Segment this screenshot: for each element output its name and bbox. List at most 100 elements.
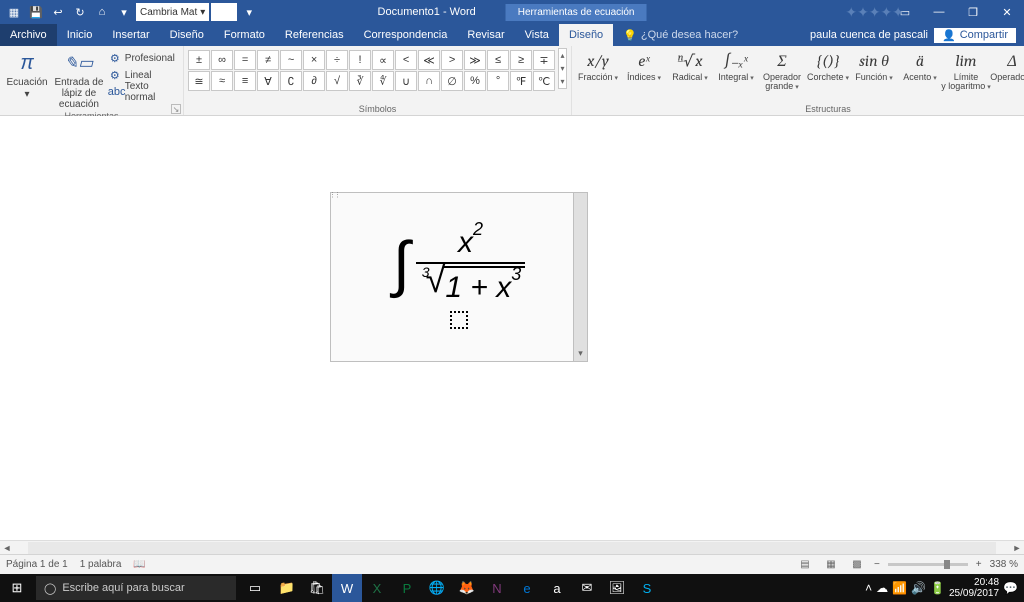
symbol-cell[interactable]: ! [349, 50, 371, 70]
qat-more-icon[interactable]: ▾ [114, 2, 134, 22]
tell-me-search[interactable]: 💡 ¿Qué desea hacer? [613, 24, 748, 46]
symbol-cell[interactable]: ≈ [211, 71, 233, 91]
symbol-cell[interactable]: ∅ [441, 71, 463, 91]
normal-text-button[interactable]: abcTexto normal [108, 84, 179, 100]
document-area[interactable]: ∫ x2 3 √ 1 + x3 ▾ [0, 116, 1024, 554]
tab-formato[interactable]: Formato [214, 24, 275, 46]
symbol-cell[interactable]: ∀ [257, 71, 279, 91]
tab-file[interactable]: Archivo [0, 24, 57, 46]
app-explorer-icon[interactable]: 📁 [272, 574, 302, 602]
symbol-cell[interactable]: ℉ [510, 71, 532, 91]
symbol-cell[interactable]: ∜ [372, 71, 394, 91]
tab-diseno-page[interactable]: Diseño [160, 24, 214, 46]
undo-icon[interactable]: ↩ [48, 2, 68, 22]
symbol-cell[interactable]: ≥ [510, 50, 532, 70]
app-onenote-icon[interactable]: N [482, 574, 512, 602]
view-read-icon[interactable]: ▤ [796, 558, 814, 572]
tab-vista[interactable]: Vista [515, 24, 559, 46]
minimize-button[interactable]: — [922, 0, 956, 24]
equation-dropdown-handle[interactable]: ▾ [573, 193, 587, 361]
structure-índices[interactable]: eˣÍndices [622, 48, 666, 82]
symbol-cell[interactable]: ± [188, 50, 210, 70]
page-indicator[interactable]: Página 1 de 1 [6, 559, 68, 570]
structure-función[interactable]: sin θFunción [852, 48, 896, 82]
app-chrome-icon[interactable]: 🌐 [422, 574, 452, 602]
close-button[interactable]: ✕ [990, 0, 1024, 24]
task-view-icon[interactable]: ▭ [238, 574, 272, 602]
symbol-cell[interactable]: ≤ [487, 50, 509, 70]
zoom-in-icon[interactable]: + [976, 559, 982, 570]
structure-fracción[interactable]: x/yFracción [576, 48, 620, 82]
structure-radical[interactable]: ⁿ√xRadical [668, 48, 712, 82]
ink-equation-button[interactable]: ✎▭ Entrada de lápiz de ecuación [52, 48, 106, 110]
save-icon[interactable]: 💾 [26, 2, 46, 22]
equation-button[interactable]: π Ecuación ▾ [4, 48, 50, 100]
notifications-icon[interactable]: 💬 [1003, 581, 1018, 595]
taskbar-search[interactable]: ◯ Escribe aquí para buscar [36, 576, 236, 600]
symbol-cell[interactable]: ∓ [533, 50, 555, 70]
structure-límite[interactable]: limLímitey logaritmo [944, 48, 988, 92]
symbol-cell[interactable]: √ [326, 71, 348, 91]
start-button[interactable]: ⊞ [0, 574, 34, 602]
structure-corchete[interactable]: {()}Corchete [806, 48, 850, 82]
tab-revisar[interactable]: Revisar [457, 24, 514, 46]
symbol-cell[interactable]: ∞ [211, 50, 233, 70]
symbol-cell[interactable]: ∪ [395, 71, 417, 91]
equation-content[interactable]: ∫ x2 3 √ 1 + x3 [393, 225, 525, 305]
symbol-cell[interactable]: ≅ [188, 71, 210, 91]
symbol-gallery[interactable]: ±∞=≠~×÷!∝<≪>≫≤≥∓ ≅≈≡∀∁∂√∛∜∪∩∅%°℉℃ [188, 48, 555, 91]
tray-wifi-icon[interactable]: 📶 [892, 581, 907, 595]
app-skype-icon[interactable]: S [632, 574, 662, 602]
app-excel-icon[interactable]: X [362, 574, 392, 602]
app-edge-icon[interactable]: e [512, 574, 542, 602]
maximize-button[interactable]: ❐ [956, 0, 990, 24]
tab-insertar[interactable]: Insertar [102, 24, 159, 46]
symbol-cell[interactable]: ∛ [349, 71, 371, 91]
symbol-cell[interactable]: × [303, 50, 325, 70]
zoom-out-icon[interactable]: − [874, 559, 880, 570]
app-firefox-icon[interactable]: 🦊 [452, 574, 482, 602]
tray-battery-icon[interactable]: 🔋 [930, 581, 945, 595]
horizontal-scrollbar[interactable]: ◄ ► [0, 540, 1024, 554]
professional-button[interactable]: ⚙Profesional [108, 50, 179, 66]
symbol-cell[interactable]: > [441, 50, 463, 70]
symbol-cell[interactable]: % [464, 71, 486, 91]
symbol-cell[interactable]: ≪ [418, 50, 440, 70]
app-photos-icon[interactable]: 🖼 [602, 574, 632, 602]
word-icon[interactable]: ▦ [4, 2, 24, 22]
scroll-track[interactable] [28, 542, 996, 554]
user-name[interactable]: paula cuenca de pascali [810, 29, 928, 41]
symbol-cell[interactable]: ℃ [533, 71, 555, 91]
structure-operador[interactable]: ΔOperador [990, 48, 1024, 82]
word-count[interactable]: 1 palabra [80, 559, 122, 570]
font-selector[interactable]: Cambria Mat▾ [136, 3, 209, 21]
structure-integral[interactable]: ∫₋ₓˣIntegral [714, 48, 758, 82]
equation-placeholder[interactable] [450, 311, 468, 329]
symbol-cell[interactable]: ÷ [326, 50, 348, 70]
tray-up-icon[interactable]: ˄ [865, 581, 872, 595]
structure-operador[interactable]: ΣOperadorgrande [760, 48, 804, 92]
symbol-gallery-more[interactable]: ▴▾▾ [558, 48, 567, 89]
view-print-icon[interactable]: ▦ [822, 558, 840, 572]
symbol-cell[interactable]: ≡ [234, 71, 256, 91]
symbol-cell[interactable]: ~ [280, 50, 302, 70]
tray-onedrive-icon[interactable]: ☁ [876, 581, 888, 595]
symbol-cell[interactable]: ° [487, 71, 509, 91]
symbol-cell[interactable]: < [395, 50, 417, 70]
taskbar-clock[interactable]: 20:48 25/09/2017 [949, 577, 999, 599]
app-store-icon[interactable]: 🛍 [302, 574, 332, 602]
app-publisher-icon[interactable]: P [392, 574, 422, 602]
app-mail-icon[interactable]: ✉ [572, 574, 602, 602]
structure-acento[interactable]: äAcento [898, 48, 942, 82]
symbol-cell[interactable]: ∁ [280, 71, 302, 91]
equation-container[interactable]: ∫ x2 3 √ 1 + x3 ▾ [330, 192, 588, 362]
view-web-icon[interactable]: ▩ [848, 558, 866, 572]
redo-icon[interactable]: ↻ [70, 2, 90, 22]
tray-volume-icon[interactable]: 🔊 [911, 581, 926, 595]
scroll-right-icon[interactable]: ► [1010, 543, 1024, 553]
tab-correspondencia[interactable]: Correspondencia [354, 24, 458, 46]
symbol-cell[interactable]: ∝ [372, 50, 394, 70]
zoom-slider[interactable] [888, 563, 968, 566]
share-button[interactable]: 👤 Compartir [934, 28, 1016, 43]
symbol-cell[interactable]: ≠ [257, 50, 279, 70]
